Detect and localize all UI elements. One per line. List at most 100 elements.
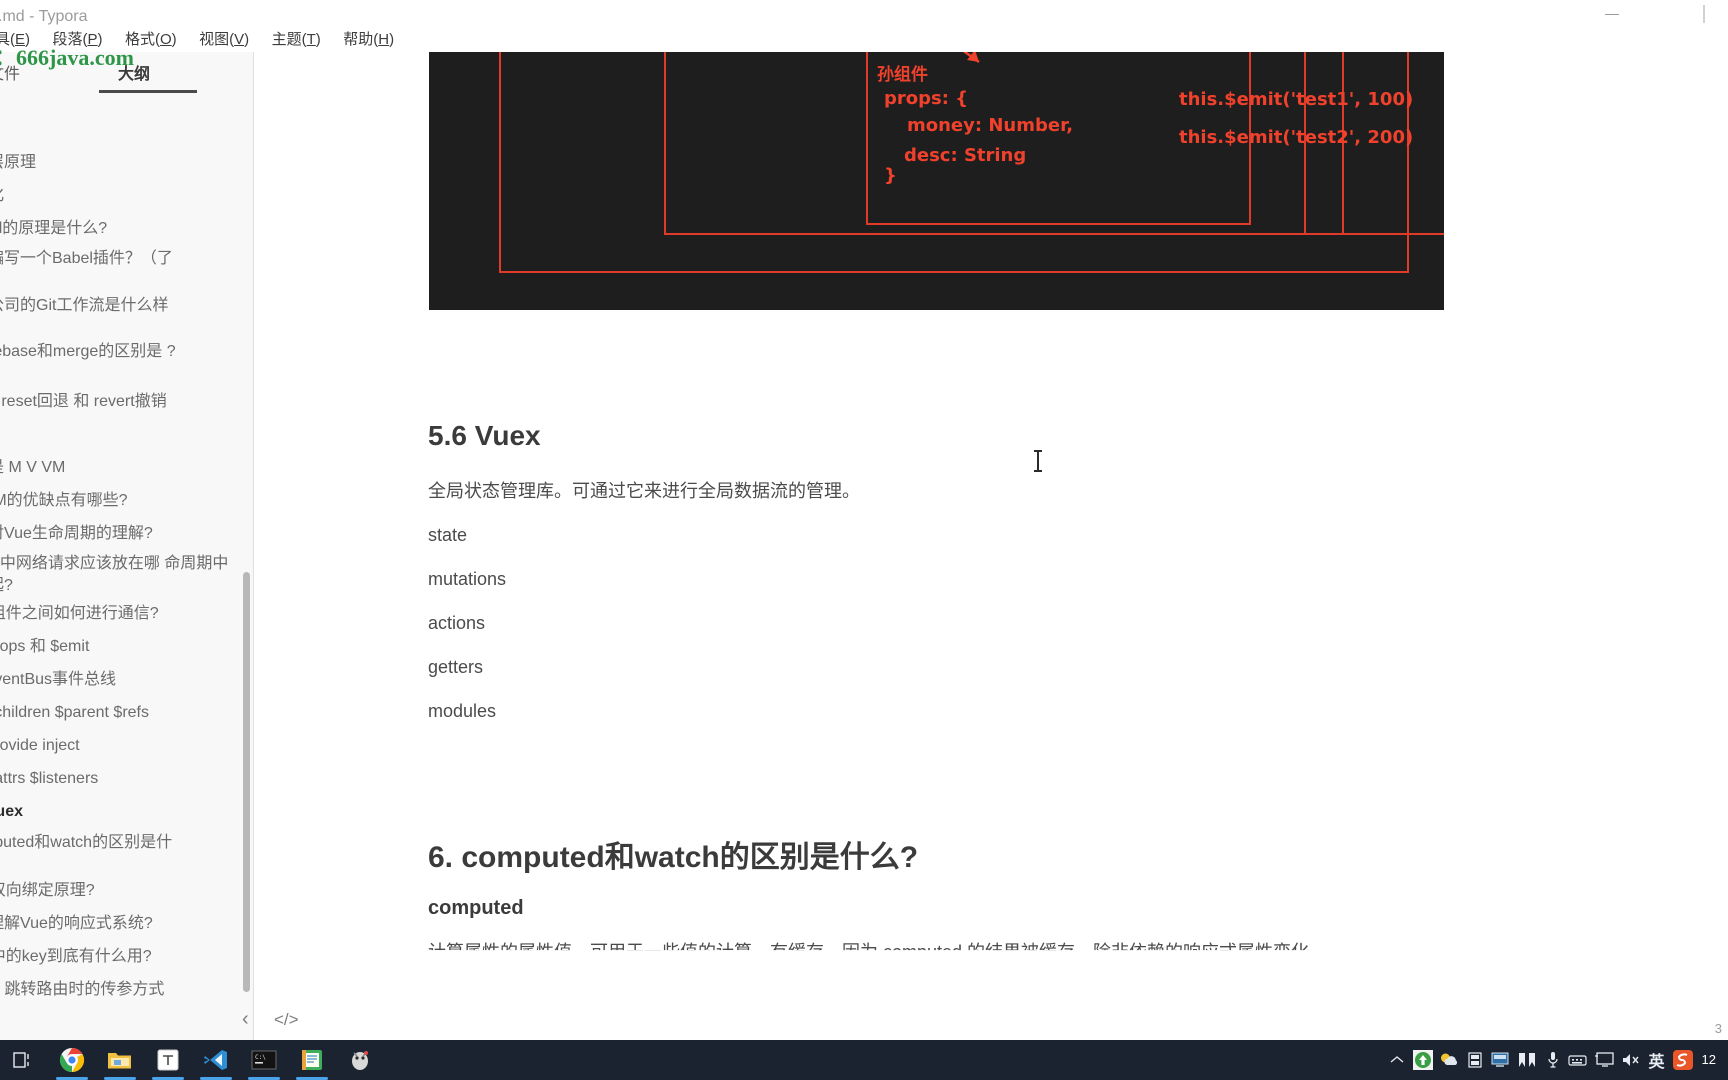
- window-title: 册.md - Typora: [0, 8, 88, 25]
- figure-arrow-icon: [962, 52, 980, 64]
- tab-files[interactable]: 文件: [0, 60, 20, 84]
- keyboard-icon[interactable]: [1566, 1040, 1592, 1080]
- menu-item-format[interactable]: 格式(O): [116, 28, 186, 52]
- update-arrow-icon[interactable]: [1410, 1040, 1436, 1080]
- text-cursor-icon: [1034, 450, 1042, 472]
- outline-item-16[interactable]: 5 $attrs $listeners: [0, 768, 234, 790]
- outline-item-3[interactable]: 何编写一个Babel插件？（了: [0, 248, 234, 270]
- menu-item-format-label: 格式: [124, 31, 155, 48]
- vuex-member-getters: getters: [428, 657, 484, 677]
- outline-item-8[interactable]: VVM的优缺点有哪些?: [0, 490, 234, 512]
- outline-item-4[interactable]: 们公司的Git工作流是什么样: [0, 295, 234, 317]
- vuex-member-modules: modules: [428, 701, 497, 721]
- menu-item-paragraph-label: 段落: [52, 31, 83, 48]
- taskbar-pinned-apps: C:\: [0, 1040, 384, 1080]
- outline-item-12[interactable]: 1 props 和 $emit: [0, 636, 234, 658]
- chevron-left-icon[interactable]: ‹: [242, 1009, 249, 1029]
- outline-item-22[interactable]: Vue 跳转路由时的传参方式: [0, 979, 234, 996]
- outline-item-5[interactable]: 的rebase和merge的区别是 ?: [0, 341, 234, 363]
- outline-item-11[interactable]: ue组件之间如何进行通信?: [0, 603, 234, 625]
- system-tray: 英 12: [1384, 1040, 1728, 1080]
- sidebar-tabs: 文件 大纲: [0, 52, 253, 96]
- menu-item-theme[interactable]: 主题(T): [263, 28, 330, 52]
- vuex-member-mutations: mutations: [428, 569, 507, 589]
- taskbar: C:\ 英 12: [0, 1040, 1728, 1080]
- figure-grandchild-title: 孙组件: [877, 65, 928, 85]
- outline-item-21[interactable]: ue中的key到底有什么用?: [0, 946, 234, 968]
- tab-outline-indicator: [99, 90, 197, 93]
- sidebar: 文件 大纲 底层原理程化 abel的原理是什么? 何编写一个Babel插件？（了们公…: [0, 52, 254, 1040]
- menu-item-view[interactable]: 视图(V): [190, 28, 258, 52]
- vuex-member-actions: actions: [428, 613, 486, 633]
- figure-prop-desc: desc: String: [904, 145, 1027, 166]
- heading-vuex: 5.6 Vuex: [428, 420, 541, 451]
- notepad-icon[interactable]: [288, 1040, 336, 1080]
- cmd-icon[interactable]: C:\: [240, 1040, 288, 1080]
- menu-item-edit-label: 具: [0, 31, 11, 48]
- outline-item-10[interactable]: Vue中网络请求应该放在哪 命周期中发起?: [0, 553, 234, 597]
- monitor-icon[interactable]: [1592, 1040, 1618, 1080]
- paragraph-vuex-description: 全局状态管理库。可通过它来进行全局数据流的管理。: [428, 481, 860, 501]
- menu-item-view-label: 视图: [199, 31, 230, 48]
- microphone-icon[interactable]: [1540, 1040, 1566, 1080]
- paragraph-computed-clipped: 计算属性的属性值。可用于一些值的计算，有缓存。因为 computed 的结果被缓…: [428, 942, 1310, 962]
- document-content[interactable]: 孙组件 props: { money: Number, desc: String…: [254, 52, 1728, 1040]
- menu-item-help-label: 帮助: [343, 31, 374, 48]
- sidebar-scrollbar[interactable]: [243, 572, 250, 992]
- menu-item-edit[interactable]: 具(E): [0, 28, 39, 52]
- minimize-button[interactable]: [1588, 0, 1636, 28]
- figure-props-close: }: [884, 165, 897, 186]
- chrome-icon[interactable]: [48, 1040, 96, 1080]
- component-communication-figure: 孙组件 props: { money: Number, desc: String…: [429, 52, 1444, 310]
- outline-item-9[interactable]: 谈对Vue生命周期的理解?: [0, 523, 234, 545]
- chevron-up-icon[interactable]: [1384, 1040, 1410, 1080]
- vscode-icon[interactable]: [192, 1040, 240, 1080]
- outline-item-1[interactable]: 程化: [0, 185, 234, 207]
- outline-item-14[interactable]: 3 $children $parent $refs: [0, 702, 234, 724]
- outline-item-15[interactable]: 4 provide inject: [0, 735, 234, 757]
- menu-item-theme-label: 主题: [271, 31, 302, 48]
- typora-icon[interactable]: [144, 1040, 192, 1080]
- menu-item-help[interactable]: 帮助(H): [334, 28, 403, 52]
- window-controls: [1588, 0, 1728, 28]
- outline-list[interactable]: 底层原理程化 abel的原理是什么? 何编写一个Babel插件？（了们公司的Git工…: [0, 96, 253, 996]
- svg-text:C:\: C:\: [255, 1054, 266, 1061]
- outline-item-2[interactable]: abel的原理是什么?: [0, 218, 234, 240]
- sidebar-edge-marker: [1680, 0, 1728, 28]
- task-view-icon[interactable]: [0, 1040, 48, 1080]
- outline-item-0[interactable]: 底层原理: [0, 152, 234, 174]
- outline-item-18[interactable]: omputed和watch的区别是什: [0, 832, 234, 854]
- source-code-icon[interactable]: </>: [274, 1010, 299, 1030]
- menu-bar: 具(E) 段落(P) 格式(O) 视图(V) 主题(T) 帮助(H): [0, 28, 1728, 52]
- heading-computed-watch: 6. computed和watch的区别是什么?: [428, 841, 919, 874]
- typora-window: 册.md - Typora 具(E) 段落(P) 格式(O) 视图(V) 主题(…: [0, 0, 1728, 1080]
- document-footer: ‹ </>: [242, 1000, 1728, 1040]
- outline-item-20[interactable]: 何理解Vue的响应式系统?: [0, 913, 234, 935]
- subheading-computed: computed: [428, 897, 524, 919]
- file-explorer-icon[interactable]: [96, 1040, 144, 1080]
- figure-props-open: props: {: [884, 88, 969, 109]
- figure-prop-money: money: Number,: [907, 115, 1074, 136]
- qq-icon[interactable]: [336, 1040, 384, 1080]
- window-snap-icon[interactable]: [1514, 1040, 1540, 1080]
- outline-item-13[interactable]: 2 eventBus事件总线: [0, 669, 234, 691]
- edge-bar-icon: [1703, 5, 1705, 23]
- ime-icon[interactable]: 英: [1644, 1040, 1670, 1080]
- speaker-muted-icon[interactable]: [1618, 1040, 1644, 1080]
- weather-icon[interactable]: [1436, 1040, 1462, 1080]
- outline-item-6[interactable]: t 的 reset回退 和 revert撤销: [0, 391, 234, 413]
- vuex-member-state: state: [428, 525, 468, 545]
- clock[interactable]: 12: [1696, 1053, 1724, 1067]
- tab-outline[interactable]: 大纲: [118, 60, 150, 84]
- minimize-icon: [1605, 13, 1619, 15]
- menu-item-paragraph[interactable]: 段落(P): [43, 28, 111, 52]
- outline-item-17[interactable]: 6 Vuex: [0, 801, 234, 823]
- outline-item-7[interactable]: 么是 M V VM: [0, 457, 234, 479]
- screen-capture-icon[interactable]: [1488, 1040, 1514, 1080]
- title-bar: 册.md - Typora: [0, 0, 1728, 28]
- film-icon[interactable]: [1462, 1040, 1488, 1080]
- figure-emit-test2: this.$emit('test2', 200): [1179, 127, 1414, 148]
- figure-emit-test1: this.$emit('test1', 100): [1179, 89, 1414, 110]
- sogou-icon[interactable]: [1670, 1040, 1696, 1080]
- outline-item-19[interactable]: ue双向绑定原理?: [0, 880, 234, 902]
